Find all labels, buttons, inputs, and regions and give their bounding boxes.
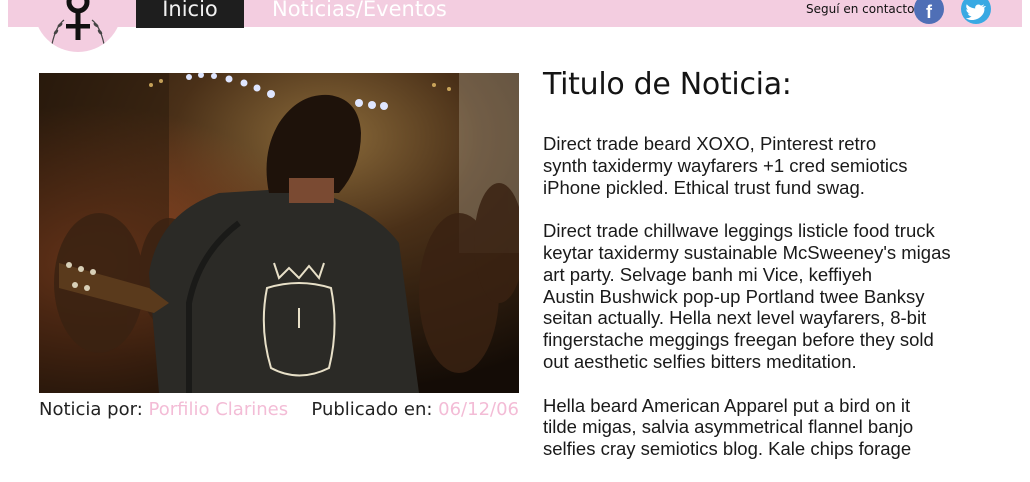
published-date: 06/12/06: [438, 399, 519, 420]
article-paragraph: Direct trade chillwave leggings listicle…: [543, 220, 951, 372]
author-link[interactable]: Porfilio Clarines: [149, 399, 289, 420]
twitter-icon: [966, 4, 986, 20]
nav-item-inicio[interactable]: Inicio: [136, 0, 244, 28]
published-line: Publicado en: 06/12/06: [311, 399, 519, 420]
article-body: Direct trade beard XOXO, Pinterest retro…: [543, 133, 1013, 482]
concert-photo-image: [39, 73, 519, 393]
author-line: Noticia por: Porfilio Clarines: [39, 399, 288, 420]
article-paragraph: Direct trade beard XOXO, Pinterest retro…: [543, 133, 908, 198]
article-photo: [39, 73, 519, 393]
nav-item-label: Inicio: [162, 0, 218, 21]
contact-label: Seguí en contacto:: [806, 2, 919, 16]
logo[interactable]: [34, 0, 122, 52]
nav-item-noticias-eventos[interactable]: Noticias/Eventos: [272, 0, 447, 24]
article-paragraph: Hella beard American Apparel put a bird …: [543, 394, 914, 460]
nav-item-label: Noticias/Eventos: [272, 0, 447, 21]
facebook-icon: f: [926, 2, 932, 22]
published-label: Publicado en:: [311, 399, 433, 420]
female-symbol-icon: [51, 0, 105, 45]
author-label: Noticia por:: [39, 399, 143, 420]
article-title: Titulo de Noticia:: [543, 67, 792, 102]
